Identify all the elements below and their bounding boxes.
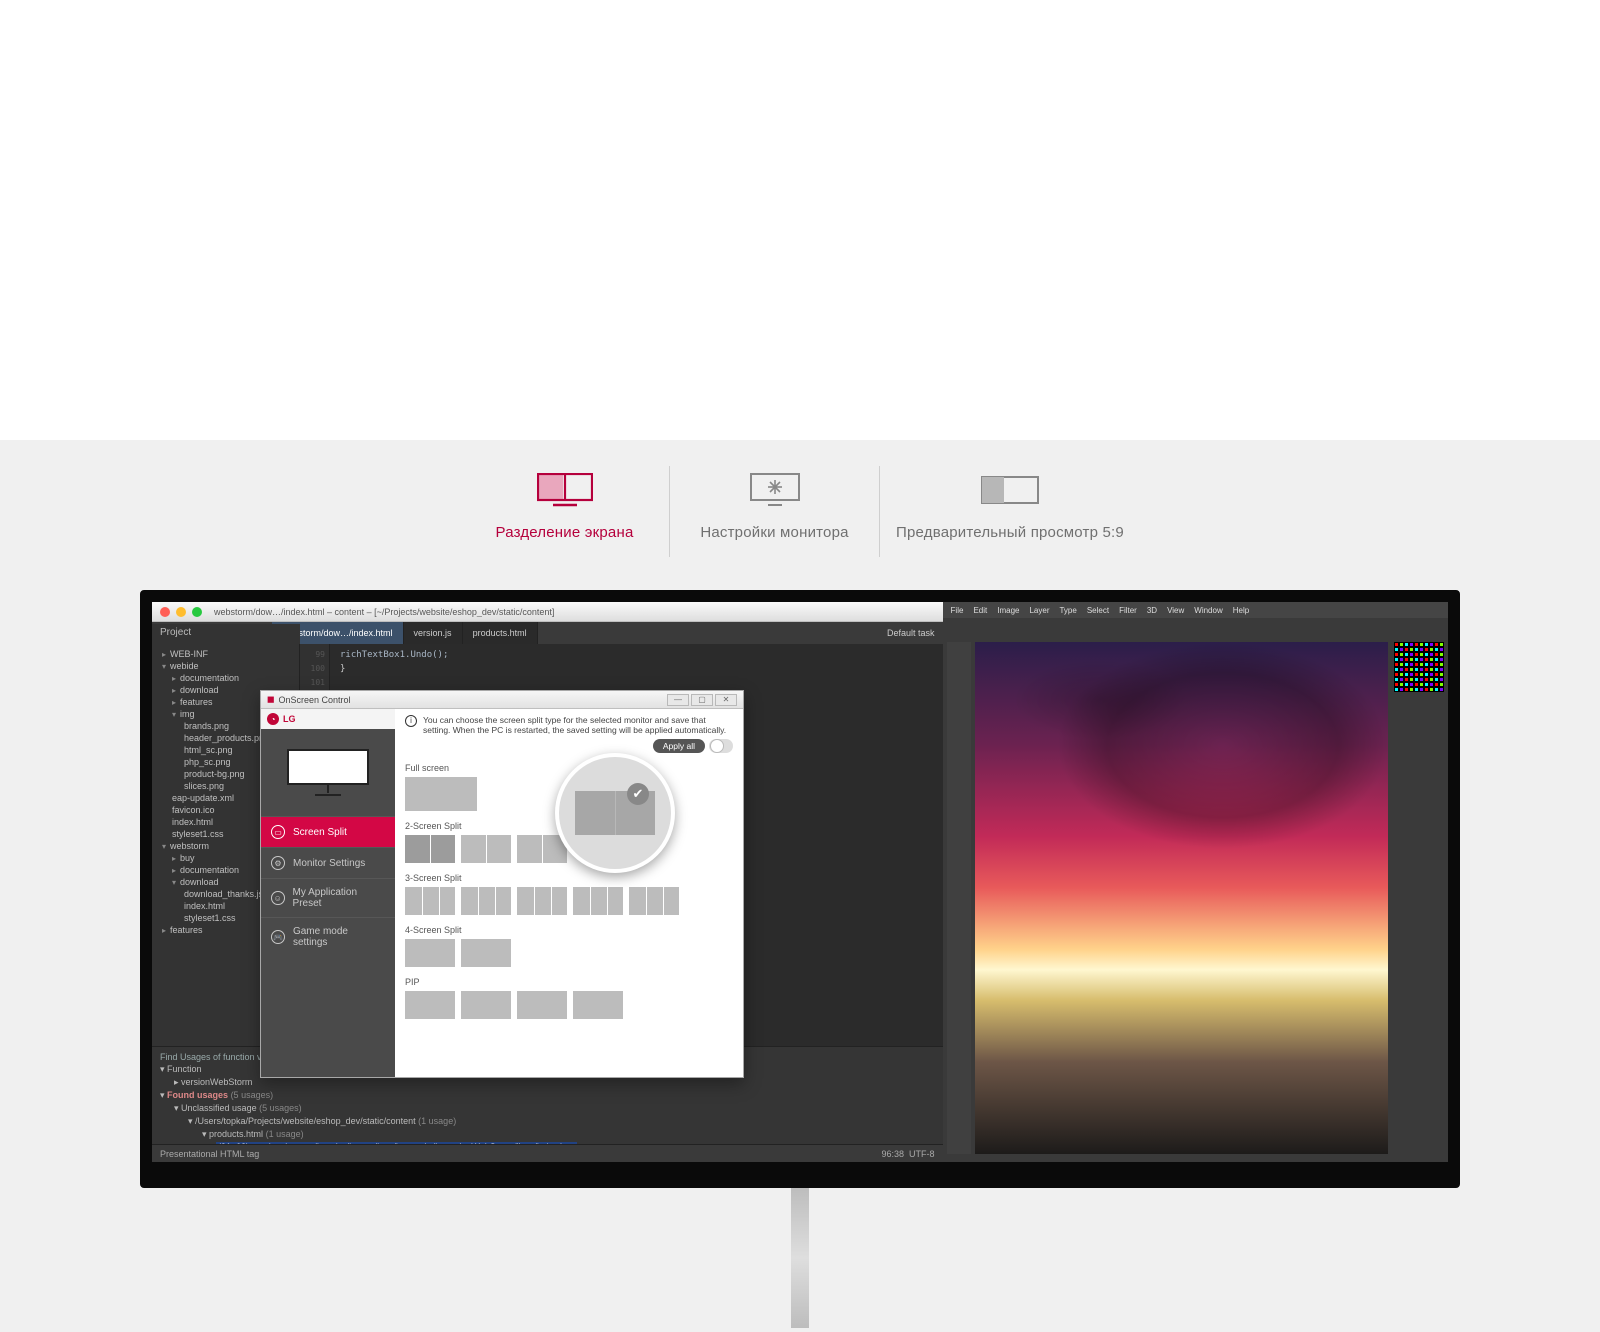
- image-editor-window: File Edit Image Layer Type Select Filter 3D View…: [943, 602, 1448, 1162]
- layout-option-pip-c[interactable]: [517, 991, 567, 1019]
- onscreen-control-window: ◼ OnScreen Control — ▢ ✕ ◔ LG: [260, 690, 744, 1078]
- monitor-stand: [791, 1188, 809, 1328]
- section-3-split: 3-Screen Split: [405, 873, 733, 883]
- layout-option-2c[interactable]: [517, 835, 567, 863]
- status-left: Presentational HTML tag: [160, 1149, 259, 1159]
- tree-node[interactable]: webide: [158, 660, 293, 672]
- ps-menu-item[interactable]: Edit: [973, 606, 987, 615]
- window-close-icon[interactable]: [160, 607, 170, 617]
- image-editor-toolbox[interactable]: [947, 642, 971, 1154]
- monitor-brand-logo: LG: [791, 1169, 809, 1183]
- layout-option-full[interactable]: [405, 777, 477, 811]
- ps-menu-item[interactable]: View: [1167, 606, 1184, 615]
- apply-all-toggle[interactable]: [709, 739, 733, 753]
- editor-tab-products-html[interactable]: products.html: [463, 622, 538, 644]
- image-editor-canvas[interactable]: [975, 642, 1388, 1154]
- section-full-screen: Full screen: [405, 763, 733, 773]
- status-cursor: 96:38: [882, 1149, 905, 1159]
- gear-icon: ⚙: [271, 856, 285, 870]
- osc-minimize-button[interactable]: —: [667, 694, 689, 706]
- layout-option-3b[interactable]: [461, 887, 511, 915]
- apply-all-button[interactable]: Apply all: [653, 739, 705, 753]
- tab-preview-5-9[interactable]: Предварительный просмотр 5:9: [880, 466, 1140, 557]
- feature-tabs: Разделение экрана Настройки монитора Пре…: [0, 440, 1600, 557]
- osc-brand-icon: ◼: [267, 694, 274, 705]
- project-panel-header: Project: [152, 624, 300, 644]
- hero-area: Разделение экрана Настройки монитора Пре…: [0, 440, 1600, 1332]
- tab-label: Разделение экрана: [460, 524, 669, 541]
- tab-label: Предварительный просмотр 5:9: [880, 524, 1140, 541]
- osc-brand-label: LG: [283, 714, 296, 724]
- layout-option-3a[interactable]: [405, 887, 455, 915]
- ps-menu-item[interactable]: Select: [1087, 606, 1109, 615]
- section-4-split: 4-Screen Split: [405, 925, 733, 935]
- tab-label: Настройки монитора: [670, 524, 879, 541]
- osc-nav-game-mode[interactable]: 🎮Game mode settings: [261, 917, 395, 956]
- ps-menu-item[interactable]: 3D: [1147, 606, 1157, 615]
- osc-monitor-preview-icon: [261, 729, 395, 816]
- monitor-mockup: LG webstorm/dow…/index.html – content – …: [140, 590, 1460, 1328]
- ps-menu-item[interactable]: Window: [1194, 606, 1222, 615]
- osc-window-title: OnScreen Control: [278, 695, 350, 705]
- swatches-panel[interactable]: [1394, 642, 1444, 696]
- layout-option-3c[interactable]: [517, 887, 567, 915]
- osc-close-button[interactable]: ✕: [715, 694, 737, 706]
- ps-menu-item[interactable]: Layer: [1029, 606, 1049, 615]
- screen-split-nav-icon: ▭: [271, 825, 285, 839]
- gamepad-icon: 🎮: [271, 930, 285, 944]
- image-editor-menubar[interactable]: File Edit Image Layer Type Select Filter 3D View…: [943, 602, 1448, 618]
- layout-option-4b[interactable]: [461, 939, 511, 967]
- layout-option-2b[interactable]: [461, 835, 511, 863]
- default-task-label: Default task: [887, 628, 943, 638]
- person-icon: ☺: [271, 891, 285, 905]
- window-minimize-icon[interactable]: [176, 607, 186, 617]
- ps-menu-item[interactable]: Help: [1233, 606, 1249, 615]
- editor-tab-version-js[interactable]: version.js: [404, 622, 463, 644]
- tab-screen-split[interactable]: Разделение экрана: [460, 466, 670, 557]
- ps-menu-item[interactable]: Image: [997, 606, 1019, 615]
- osc-nav-app-preset[interactable]: ☺My Application Preset: [261, 878, 395, 917]
- layout-option-pip-d[interactable]: [573, 991, 623, 1019]
- layout-option-pip-a[interactable]: [405, 991, 455, 1019]
- layout-option-3e[interactable]: [629, 887, 679, 915]
- status-encoding: UTF-8: [909, 1149, 935, 1159]
- window-title: webstorm/dow…/index.html – content – [~/…: [214, 607, 554, 617]
- tree-node[interactable]: documentation: [158, 672, 293, 684]
- layout-option-pip-b[interactable]: [461, 991, 511, 1019]
- layout-option-2a[interactable]: [405, 835, 455, 863]
- osc-maximize-button[interactable]: ▢: [691, 694, 713, 706]
- tab-monitor-settings[interactable]: Настройки монитора: [670, 466, 880, 557]
- lg-logo-icon: ◔: [267, 713, 279, 725]
- layout-option-3d[interactable]: [573, 887, 623, 915]
- screen-split-icon: [460, 472, 669, 508]
- section-pip: PIP: [405, 977, 733, 987]
- osc-nav-monitor-settings[interactable]: ⚙Monitor Settings: [261, 847, 395, 878]
- window-zoom-icon[interactable]: [192, 607, 202, 617]
- info-icon: i: [405, 715, 417, 727]
- status-bar: Presentational HTML tag 96:38 UTF-8: [152, 1144, 943, 1162]
- zoom-magnifier: ✔: [555, 753, 675, 873]
- osc-info-text: You can choose the screen split type for…: [423, 715, 733, 735]
- checkmark-icon: ✔: [627, 783, 649, 805]
- tree-node[interactable]: WEB-INF: [158, 648, 293, 660]
- osc-nav-screen-split[interactable]: ▭Screen Split: [261, 816, 395, 847]
- monitor-settings-icon: [670, 472, 879, 508]
- preview-5-9-icon: [880, 472, 1140, 508]
- layout-option-4a[interactable]: [405, 939, 455, 967]
- ps-menu-item[interactable]: Filter: [1119, 606, 1137, 615]
- ps-menu-item[interactable]: Type: [1059, 606, 1076, 615]
- ps-menu-item[interactable]: File: [951, 606, 964, 615]
